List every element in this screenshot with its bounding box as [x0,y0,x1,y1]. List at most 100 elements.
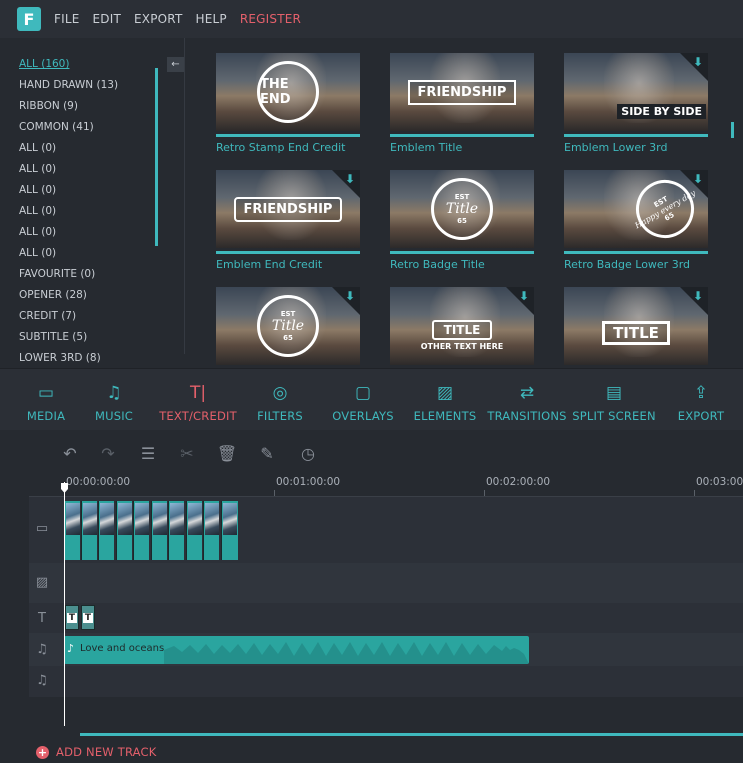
tab-transitions[interactable]: ⇄ TRANSITIONS [486,369,568,431]
trash-icon[interactable]: 🗑 [217,443,237,463]
template-label[interactable]: Emblem Title [390,141,462,154]
timeline-ruler[interactable] [29,478,743,497]
music-note-icon: ♫ [36,641,48,657]
edit-icon[interactable]: ✎ [257,443,277,463]
adjust-sliders-icon[interactable]: ☰ [138,443,158,463]
app-logo: F [17,7,41,31]
template-label[interactable]: Retro Badge Lower 3rd [564,258,690,271]
category-item[interactable]: COMMON (41) [19,121,94,133]
download-icon[interactable]: ⬇ [693,55,703,69]
image-track[interactable] [29,563,743,603]
video-editor-window: F FILE EDIT EXPORT HELP REGISTER ALL (16… [0,0,743,763]
template-label[interactable]: Retro Badge Title [390,258,485,271]
category-item[interactable]: OPENER (28) [19,289,87,301]
music-note-icon: ♫ [36,672,48,688]
category-item[interactable]: ALL (0) [19,142,56,154]
template-tile[interactable]: FRIENDSHIP ⬇ [216,170,360,254]
menu-help[interactable]: HELP [196,12,227,26]
template-label[interactable]: Emblem End Credit [216,258,322,271]
menu-register[interactable]: REGISTER [240,12,301,26]
ruler-timecode: 00:02:00:00 [486,476,551,488]
menu-export[interactable]: EXPORT [134,12,182,26]
add-new-track-button[interactable]: + ADD NEW TRACK [36,745,157,759]
title-clip[interactable]: T [65,605,79,630]
preview-text: Title [271,318,305,334]
category-item[interactable]: RIBBON (9) [19,100,78,112]
transition-arrows-icon: ⇄ [519,383,535,403]
category-item[interactable]: HAND DRAWN (13) [19,79,118,91]
template-label[interactable]: Emblem Lower 3rd [564,141,667,154]
category-scrollbar[interactable] [155,68,158,246]
preview-text: THE END [260,77,291,107]
audio-clip[interactable]: ♪ Love and oceans [64,636,529,664]
tab-filters[interactable]: ◎ FILTERS [255,369,305,431]
tab-overlays[interactable]: ▢ OVERLAYS [331,369,395,431]
text-icon: T [83,612,93,623]
video-clip[interactable] [116,501,132,560]
preview-text: TITLE [602,321,670,345]
template-tile[interactable]: TITLE ⬇ [564,287,708,371]
menu-bar: F FILE EDIT EXPORT HELP REGISTER [0,0,743,38]
template-tile[interactable]: EST Happy every day 65 ⬇ [564,170,708,254]
clock-icon[interactable]: ◷ [298,443,318,463]
video-clip[interactable] [186,501,202,560]
add-new-track-label: ADD NEW TRACK [56,745,157,759]
template-tile[interactable]: EST Title 65 [390,170,534,254]
download-icon[interactable]: ⬇ [693,172,703,186]
tab-music[interactable]: ♫ MUSIC [91,369,137,431]
video-clip[interactable] [151,501,167,560]
scissors-icon[interactable]: ✂ [177,443,197,463]
video-clip[interactable] [133,501,149,560]
template-tile[interactable]: TITLE OTHER TEXT HERE ⬇ [390,287,534,371]
template-grid-scrollbar[interactable] [731,122,734,138]
text-cursor-icon: T| [189,383,207,403]
clip-thumbnail [118,503,132,535]
panel-divider [184,38,185,354]
tab-elements[interactable]: ▨ ELEMENTS [413,369,477,431]
menu-edit[interactable]: EDIT [93,12,122,26]
video-clip[interactable] [221,501,238,560]
video-clip[interactable] [203,501,219,560]
clip-thumbnail [205,503,219,535]
clip-thumbnail [66,503,80,535]
tab-export[interactable]: ⇪ EXPORT [674,369,728,431]
video-clip[interactable] [81,501,97,560]
music-track-2[interactable] [29,666,743,697]
category-item[interactable]: ALL (0) [19,163,56,175]
category-item[interactable]: ALL (0) [19,205,56,217]
template-tile[interactable]: SIDE BY SIDE ⬇ [564,53,708,137]
main-toolbar: ▭ MEDIA ♫ MUSIC T| TEXT/CREDIT ◎ FILTERS… [0,368,743,430]
video-clip[interactable] [98,501,114,560]
download-icon[interactable]: ⬇ [345,172,355,186]
undo-icon[interactable]: ↶ [60,443,80,463]
category-item[interactable]: LOWER 3RD (8) [19,352,101,364]
tab-text-credit[interactable]: T| TEXT/CREDIT [158,369,238,431]
text-track[interactable] [29,603,743,633]
category-item[interactable]: SUBTITLE (5) [19,331,87,343]
download-icon[interactable]: ⬇ [693,289,703,303]
video-camera-icon: ▭ [35,520,49,536]
tab-media[interactable]: ▭ MEDIA [22,369,70,431]
preview-text: Title [445,201,479,217]
category-item[interactable]: ALL (0) [19,226,56,238]
timeline-horizontal-scrollbar[interactable] [80,733,743,736]
category-item[interactable]: ALL (0) [19,184,56,196]
tab-split-screen[interactable]: ▤ SPLIT SCREEN [572,369,655,431]
category-item[interactable]: FAVOURITE (0) [19,268,95,280]
category-item[interactable]: ALL (0) [19,247,56,259]
template-tile[interactable]: EST Title 65 ⬇ [216,287,360,371]
title-clip[interactable]: T [81,605,95,630]
category-item[interactable]: CREDIT (7) [19,310,76,322]
template-tile[interactable]: THE END [216,53,360,137]
video-clip[interactable] [64,501,80,560]
collapse-panel-button[interactable]: ← [167,57,184,72]
download-icon[interactable]: ⬇ [519,289,529,303]
redo-icon[interactable]: ↷ [98,443,118,463]
menu-file[interactable]: FILE [54,12,80,26]
template-label[interactable]: Retro Stamp End Credit [216,141,345,154]
category-item[interactable]: ALL (160) [19,58,69,70]
template-tile[interactable]: FRIENDSHIP [390,53,534,137]
download-icon[interactable]: ⬇ [345,289,355,303]
playhead-line[interactable] [64,482,65,726]
video-clip[interactable] [168,501,184,560]
